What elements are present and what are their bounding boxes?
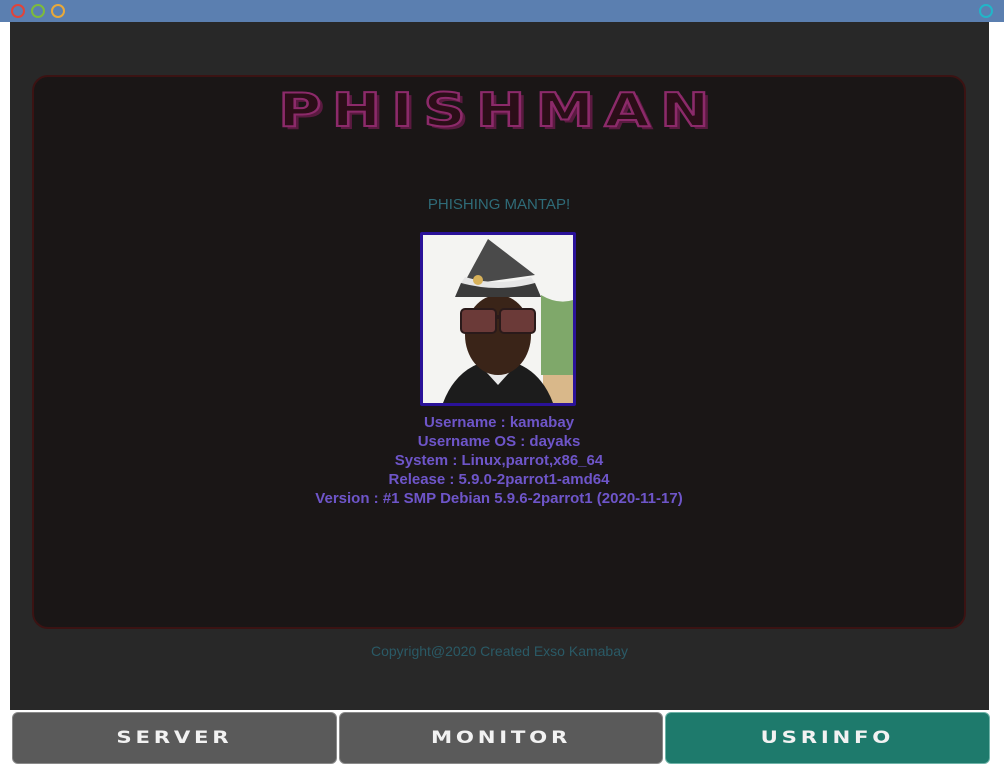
avatar — [420, 232, 576, 406]
app-tagline: PHISHING MANTAP! — [427, 196, 571, 213]
usrinfo-button-label: USRINFO — [760, 728, 895, 748]
server-button-label: SERVER — [116, 728, 233, 748]
server-button[interactable]: SERVER — [12, 712, 337, 764]
release-text: Release : 5.9.0-2parrot1-amd64 — [388, 471, 610, 488]
minimize-icon[interactable] — [31, 4, 45, 18]
app-body: PHISHMAN PHISHING MANTAP! Username : kam… — [10, 22, 989, 710]
close-icon[interactable] — [11, 4, 25, 18]
usrinfo-button[interactable]: USRINFO — [665, 712, 990, 764]
username-os-text: Username OS : dayaks — [417, 433, 581, 450]
monitor-button-label: MONITOR — [430, 728, 572, 748]
monitor-button[interactable]: MONITOR — [339, 712, 663, 764]
pin-icon[interactable] — [979, 4, 993, 18]
system-text: System : Linux,parrot,x86_64 — [394, 452, 604, 469]
user-avatar-photo — [423, 235, 573, 403]
username-text: Username : kamabay — [423, 414, 575, 431]
app-logo: PHISHMAN — [277, 82, 720, 138]
user-info-list: Username : kamabay Username OS : dayaks … — [34, 413, 964, 508]
user-info-panel: PHISHMAN PHISHING MANTAP! Username : kam… — [32, 75, 966, 629]
maximize-icon[interactable] — [51, 4, 65, 18]
version-text: Version : #1 SMP Debian 5.9.6-2parrot1 (… — [315, 490, 683, 507]
copyright-text: Copyright@2020 Created Exso Kamabay — [370, 643, 629, 659]
window-titlebar — [0, 0, 1004, 22]
